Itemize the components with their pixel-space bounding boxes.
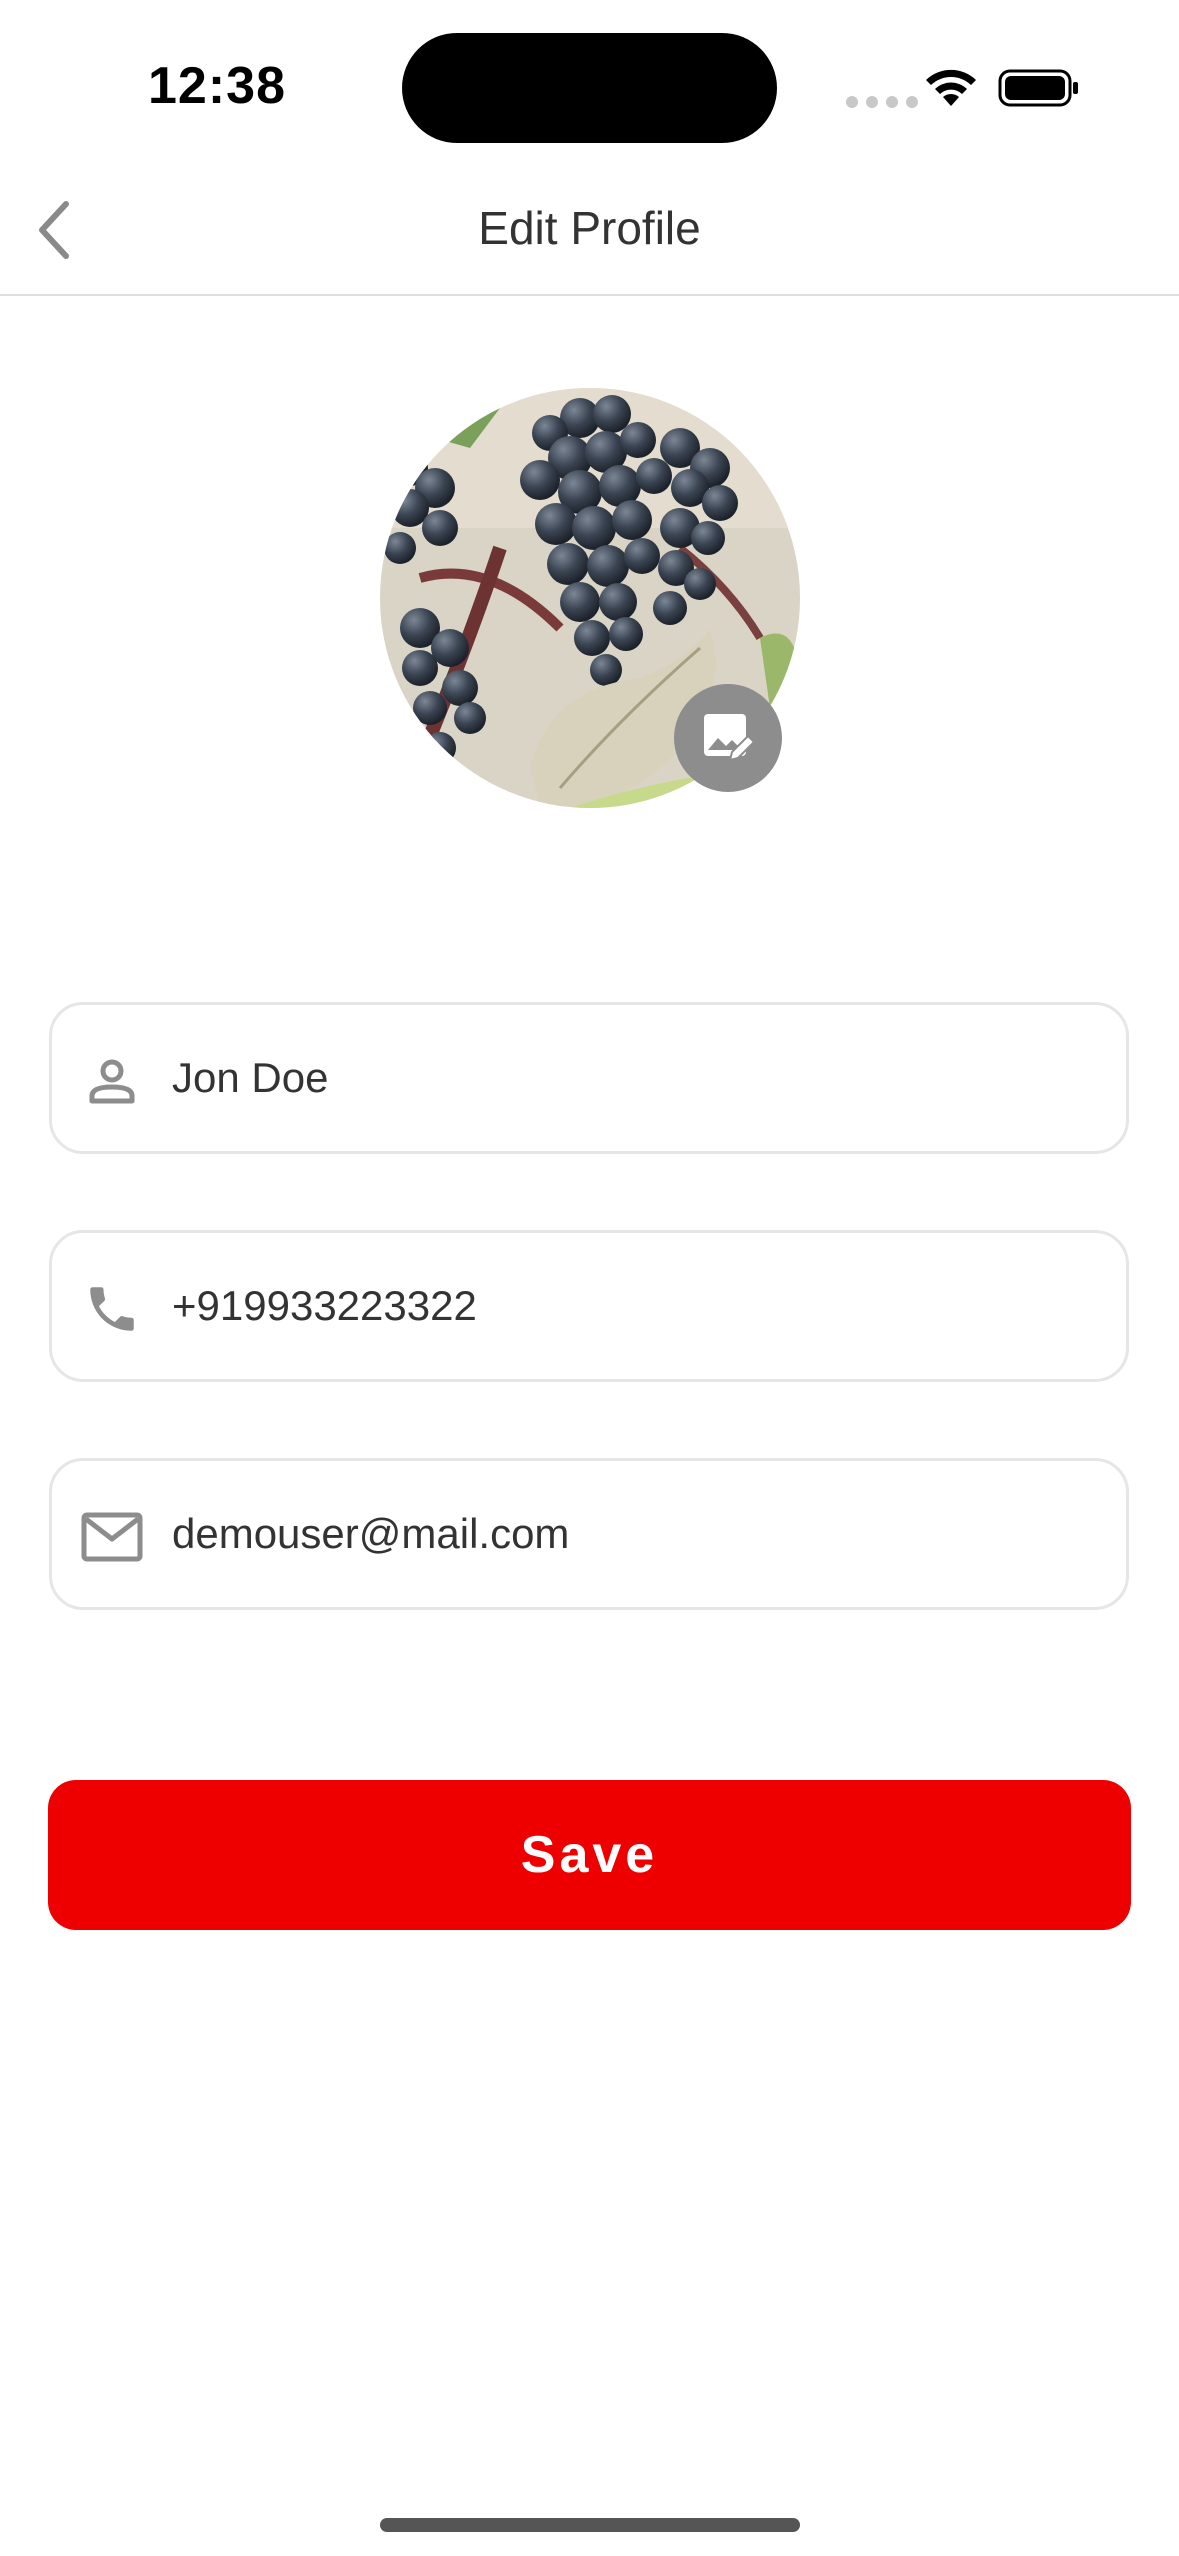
image-edit-icon (704, 714, 756, 762)
phone-input[interactable] (172, 1233, 1092, 1379)
phone-icon (80, 1277, 144, 1341)
back-button[interactable] (14, 190, 94, 270)
name-field[interactable] (49, 1002, 1129, 1154)
email-field[interactable] (49, 1458, 1129, 1610)
email-input[interactable] (172, 1461, 1092, 1607)
name-input[interactable] (172, 1005, 1092, 1151)
page-title: Edit Profile (478, 202, 701, 254)
save-button[interactable]: Save (48, 1780, 1131, 1930)
dynamic-island (402, 33, 777, 143)
cellular-signal-icon (846, 96, 918, 108)
phone-field[interactable] (49, 1230, 1129, 1382)
mail-icon (80, 1505, 144, 1569)
status-time: 12:38 (148, 57, 286, 115)
battery-icon (998, 69, 1078, 107)
chevron-left-icon (39, 201, 69, 259)
status-bar: 12:38 (0, 0, 1179, 170)
edit-photo-button[interactable] (674, 684, 782, 792)
wifi-icon (926, 69, 976, 106)
person-icon (80, 1049, 144, 1113)
avatar-container (380, 388, 800, 808)
home-indicator (380, 2518, 800, 2532)
nav-header: Edit Profile (0, 170, 1179, 296)
